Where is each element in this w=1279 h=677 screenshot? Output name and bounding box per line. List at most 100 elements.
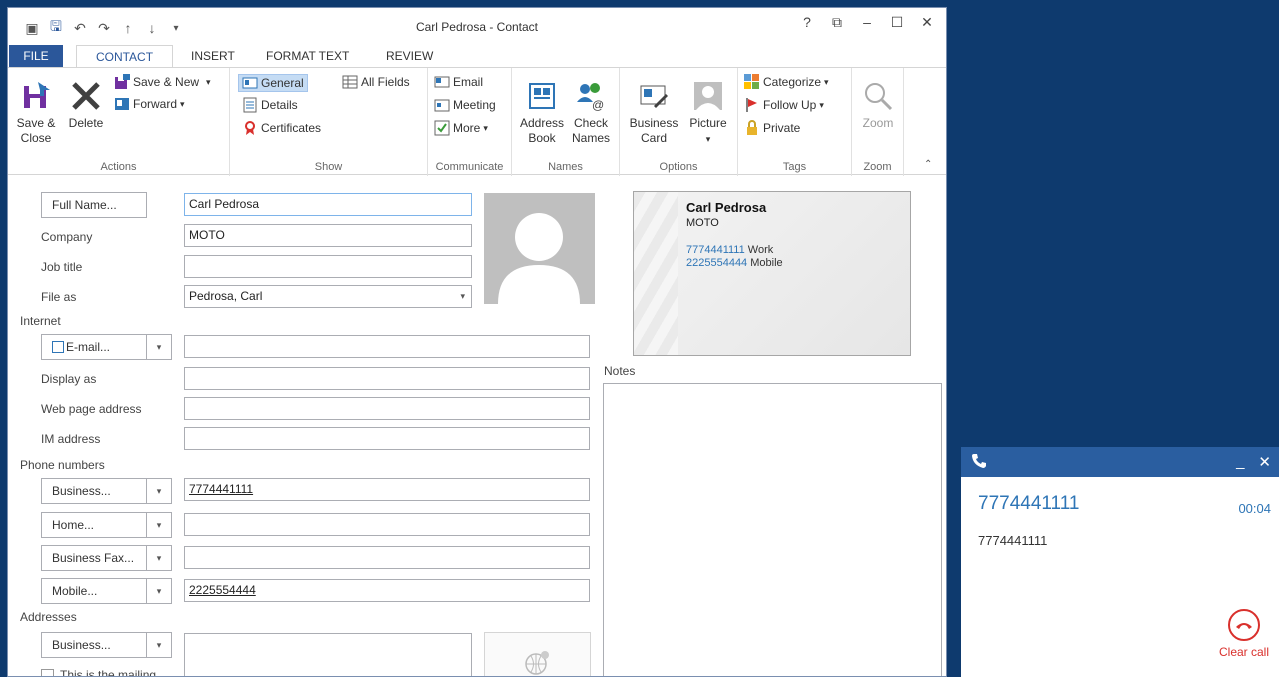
file-as-label: File as (41, 290, 77, 304)
delete-button[interactable]: Delete (64, 80, 108, 131)
contact-photo[interactable] (484, 193, 595, 304)
meeting-button[interactable]: Meeting (434, 97, 496, 113)
address-book-button[interactable]: Address Book (518, 80, 566, 146)
meeting-icon (434, 99, 450, 112)
maximize-icon[interactable]: ☐ (882, 14, 912, 31)
phone-type-business[interactable]: Business... (41, 478, 147, 504)
private-label: Private (763, 121, 801, 135)
business-card-button[interactable]: Business Card (626, 80, 682, 146)
phone-type-dropdown[interactable]: ▾ (147, 545, 172, 571)
notes-field[interactable] (603, 383, 942, 676)
names-group: Address Book @ Check Names Names (512, 68, 620, 176)
tab-file[interactable]: FILE (9, 45, 63, 67)
map-globe-icon (525, 651, 549, 675)
tab-contact[interactable]: CONTACT (76, 45, 173, 67)
ribbon-display-icon[interactable]: ⧉ (822, 14, 852, 31)
save-close-icon (24, 82, 50, 108)
details-button[interactable]: Details (242, 97, 298, 113)
checkbox-box[interactable] (41, 669, 54, 676)
email-label: Email (453, 75, 484, 89)
certificates-button[interactable]: Certificates (242, 120, 321, 136)
mobile-phone-field[interactable]: 2225554444 (184, 579, 590, 602)
private-button[interactable]: Private (744, 120, 800, 136)
communicate-group: Email Meeting More ▾ Communicate (428, 68, 512, 176)
delete-label: Delete (68, 116, 104, 130)
card-work-type: Work (747, 244, 774, 256)
job-title-field[interactable] (184, 255, 472, 278)
collapse-ribbon-icon[interactable]: ⌃ (924, 159, 932, 170)
zoom-label: Zoom (862, 116, 894, 130)
general-button[interactable]: General (238, 74, 308, 92)
tab-review[interactable]: REVIEW (386, 45, 433, 67)
save-new-icon (115, 74, 130, 89)
picture-icon (694, 82, 722, 110)
address-book-label-1: Address (519, 116, 565, 130)
card-name: Carl Pedrosa (686, 200, 767, 215)
phone-type-home[interactable]: Home... (41, 512, 147, 538)
minimize-icon[interactable]: _ (1236, 453, 1244, 471)
mailing-address-checkbox[interactable]: This is the mailing (41, 668, 156, 676)
address-type-dropdown[interactable]: ▾ (147, 632, 172, 658)
check-names-icon: @ (577, 83, 604, 112)
im-address-field[interactable] (184, 427, 590, 450)
clear-call-button[interactable]: Clear call (1219, 609, 1269, 659)
card-work-number: 7774441111 (686, 244, 745, 256)
tags-group: Categorize ▾ Follow Up ▾ Private Tags (738, 68, 852, 176)
email-field[interactable] (184, 335, 590, 358)
more-button[interactable]: More ▾ (434, 120, 488, 136)
phone-type-dropdown[interactable]: ▾ (147, 578, 172, 604)
email-type-dropdown[interactable]: ▾ (147, 334, 172, 360)
company-field[interactable]: MOTO (184, 224, 472, 247)
web-page-field[interactable] (184, 397, 590, 420)
follow-up-button[interactable]: Follow Up ▾ (744, 97, 824, 113)
help-icon[interactable]: ? (792, 14, 822, 31)
call-popup-header: _ ✕ (961, 447, 1279, 477)
save-new-button[interactable]: Save & New ▾ (114, 74, 211, 90)
card-company: MOTO (686, 217, 719, 229)
display-as-field[interactable] (184, 367, 590, 390)
save-close-label-1: Save & (16, 116, 56, 130)
phone-icon (972, 454, 986, 468)
zoom-button[interactable]: Zoom (858, 80, 898, 131)
check-names-label-2: Names (571, 131, 610, 145)
minimize-icon[interactable]: – (852, 14, 882, 31)
caller-id: 7774441111 (978, 533, 1048, 548)
full-name-field[interactable]: Carl Pedrosa (184, 193, 472, 216)
picture-button[interactable]: Picture ▾ (684, 80, 732, 147)
close-icon[interactable]: ✕ (912, 14, 942, 31)
delete-x-icon (72, 82, 100, 110)
check-names-button[interactable]: @ Check Names (568, 80, 614, 146)
all-fields-button[interactable]: All Fields (342, 74, 410, 90)
map-button[interactable] (484, 632, 591, 676)
home-phone-field[interactable] (184, 513, 590, 536)
email-button[interactable]: Email (434, 74, 483, 90)
save-close-button[interactable]: Save & Close (14, 80, 58, 146)
categorize-button[interactable]: Categorize ▾ (744, 74, 829, 90)
addresses-section-label: Addresses (20, 610, 77, 624)
all-fields-label: All Fields (361, 75, 410, 89)
phone-type-business-fax[interactable]: Business Fax... (41, 545, 147, 571)
address-type-business[interactable]: Business... (41, 632, 147, 658)
full-name-button[interactable]: Full Name... (41, 192, 147, 218)
close-icon[interactable]: ✕ (1258, 453, 1271, 471)
address-field[interactable] (184, 633, 472, 676)
mobile-phone-value: 2225554444 (189, 583, 256, 597)
card-mobile-type: Mobile (750, 257, 783, 269)
address-book-label-2: Book (528, 131, 556, 145)
business-fax-field[interactable] (184, 546, 590, 569)
email-type-button[interactable]: E-mail... (41, 334, 147, 360)
forward-button[interactable]: Forward ▾ (114, 96, 185, 112)
phone-type-mobile[interactable]: Mobile... (41, 578, 147, 604)
follow-up-label: Follow Up (763, 98, 817, 112)
tab-format-text[interactable]: FORMAT TEXT (266, 45, 349, 67)
file-as-dropdown-icon[interactable]: ▾ (460, 286, 465, 307)
call-number: 7774441111 (978, 493, 1080, 514)
file-as-combo[interactable]: Pedrosa, Carl ▾ (184, 285, 472, 308)
tab-insert[interactable]: INSERT (191, 45, 235, 67)
phone-type-dropdown[interactable]: ▾ (147, 512, 172, 538)
phone-type-dropdown[interactable]: ▾ (147, 478, 172, 504)
business-phone-field[interactable]: 7774441111 (184, 478, 590, 501)
business-card-preview[interactable]: Carl Pedrosa MOTO 7774441111 Work 222555… (633, 191, 911, 356)
web-page-label: Web page address (41, 402, 142, 416)
more-label: More (453, 121, 481, 135)
